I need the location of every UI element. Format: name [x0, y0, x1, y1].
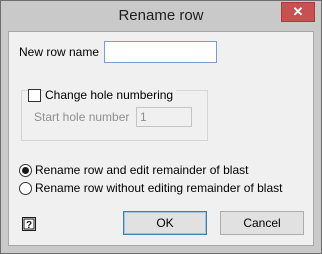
radio-rename-without-edit-label[interactable]: Rename row without editing remainder of … [35, 181, 282, 195]
new-row-name-label: New row name [19, 45, 100, 59]
radio-rename-and-edit-label[interactable]: Rename row and edit remainder of blast [35, 163, 248, 177]
cancel-button[interactable]: Cancel [220, 211, 304, 235]
start-hole-number-input [136, 107, 192, 127]
radio-rename-and-edit[interactable] [19, 164, 32, 177]
svg-text:?: ? [26, 220, 32, 231]
title-bar[interactable]: Rename row ✕ [1, 1, 321, 31]
start-hole-number-label: Start hole number [34, 110, 130, 124]
close-button[interactable]: ✕ [281, 2, 315, 22]
change-hole-numbering-label[interactable]: Change hole numbering [45, 88, 177, 102]
rename-row-dialog: Rename row ✕ New row name Change hole nu… [0, 0, 322, 254]
dialog-body: New row name Change hole numbering Start… [8, 31, 314, 246]
close-icon: ✕ [292, 4, 304, 19]
new-row-name-input[interactable] [104, 41, 217, 63]
radio-selected-dot [22, 167, 29, 174]
ok-button[interactable]: OK [123, 211, 207, 235]
change-hole-numbering-checkbox[interactable] [28, 89, 41, 102]
radio-rename-without-edit[interactable] [19, 182, 32, 195]
dialog-title: Rename row [118, 7, 204, 24]
help-question-icon[interactable]: ? [21, 216, 37, 232]
